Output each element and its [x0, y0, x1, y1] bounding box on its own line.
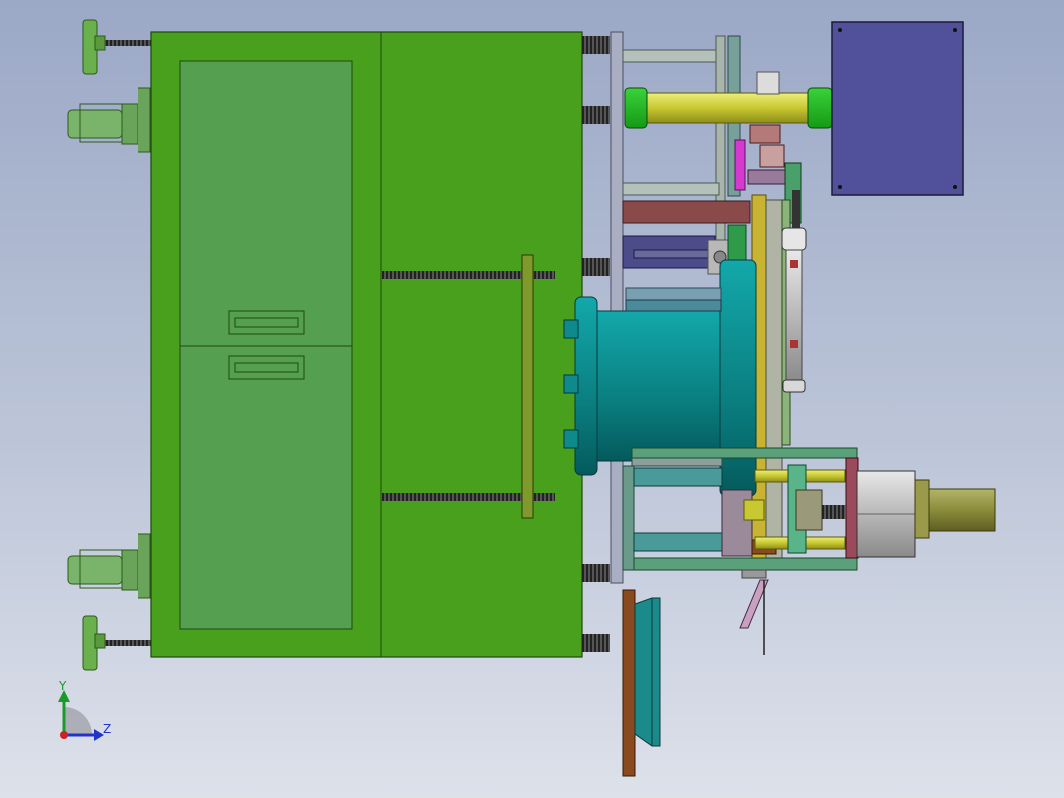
lower-bracket: [622, 589, 661, 777]
drive-motor-box: [831, 21, 964, 196]
guide-rod: [624, 87, 833, 129]
servo-motor: [856, 470, 996, 558]
drawer-handle-lower: [228, 355, 305, 380]
drawer-handle-upper: [228, 310, 305, 335]
frame-upper: [622, 35, 751, 286]
z-axis-label: Z: [103, 722, 111, 736]
release-lever: [739, 569, 769, 655]
machine-assembly-drawing: Y Z: [58, 19, 996, 777]
leveling-foot-bottom: [82, 615, 151, 671]
leveling-foot-top: [82, 19, 151, 75]
y-axis-label: Y: [58, 679, 67, 693]
caster-wheel-top: [67, 87, 151, 153]
vertical-brace: [521, 254, 534, 519]
cabinet-door-panel: [179, 60, 353, 630]
main-cabinet: [150, 31, 583, 658]
main-drum: [563, 259, 757, 497]
caster-wheel-bottom: [67, 533, 151, 599]
coordinate-triad: Y Z: [58, 679, 111, 741]
cad-viewport[interactable]: Y Z: [0, 0, 1064, 798]
mounting-plate: [610, 31, 624, 584]
